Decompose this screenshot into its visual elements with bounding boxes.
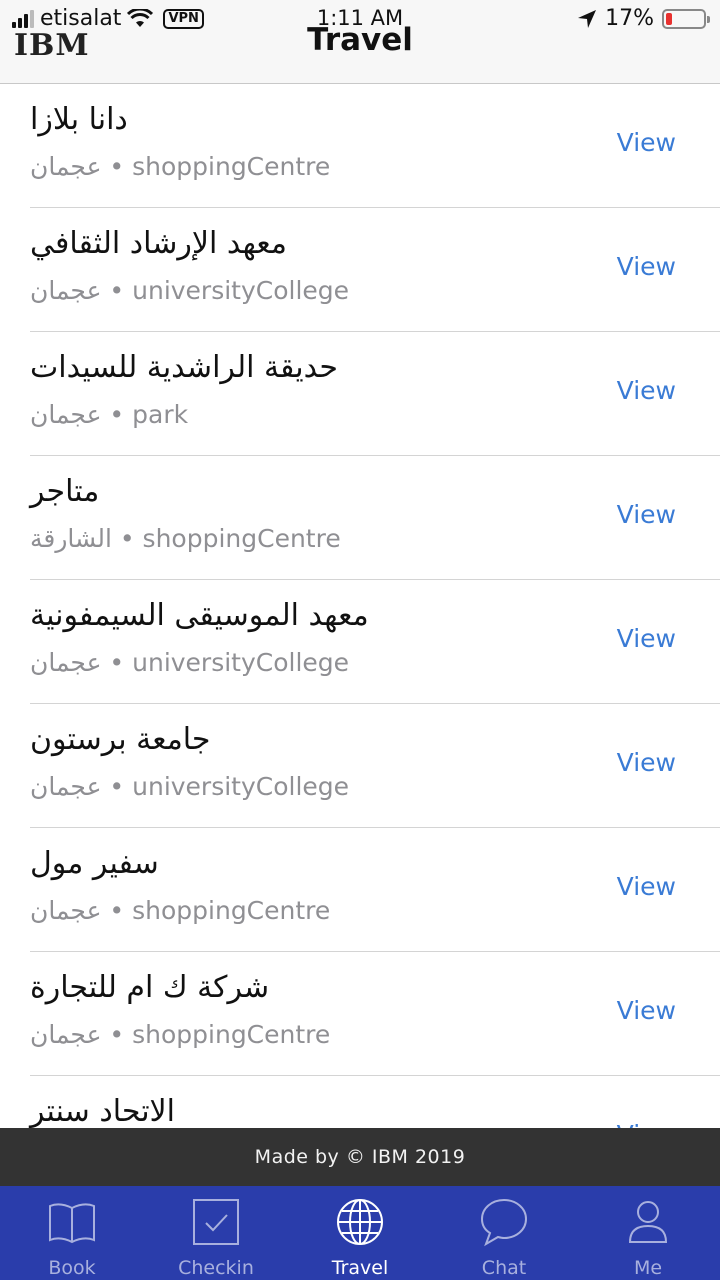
view-link[interactable]: View xyxy=(617,996,676,1025)
tab-label: Travel xyxy=(331,1257,389,1279)
status-right: 17% xyxy=(577,6,710,31)
person-icon xyxy=(622,1196,674,1257)
chat-icon-svg xyxy=(480,1198,528,1247)
view-link[interactable]: View xyxy=(617,128,676,157)
place-name: جامعة برستون xyxy=(30,722,211,757)
place-subtitle: عجمان • universityCollege xyxy=(30,772,350,801)
book-icon-svg xyxy=(49,1203,95,1244)
list-item[interactable]: سفير مول عجمان • shoppingCentre View xyxy=(0,828,720,952)
place-name: سفير مول xyxy=(30,846,159,881)
tab-bar: Book Checkin Travel Chat Me xyxy=(0,1186,720,1280)
view-link[interactable]: View xyxy=(617,624,676,653)
place-name: متاجر xyxy=(30,474,100,509)
view-link[interactable]: View xyxy=(617,1120,676,1128)
place-subtitle: عجمان • park xyxy=(30,400,189,429)
battery-icon xyxy=(662,8,710,29)
list-item[interactable]: حديقة الراشدية للسيدات عجمان • park View xyxy=(0,332,720,456)
place-subtitle: عجمان • shoppingCentre xyxy=(30,1020,331,1049)
battery-fill xyxy=(666,12,673,25)
tab-me[interactable]: Me xyxy=(576,1186,720,1280)
view-link[interactable]: View xyxy=(617,748,676,777)
list-item[interactable]: معهد الموسيقى السيمفونية عجمان • universi… xyxy=(0,580,720,704)
place-name: معهد الموسيقى السيمفونية xyxy=(30,598,369,633)
place-name: حديقة الراشدية للسيدات xyxy=(30,350,338,385)
place-name: الاتحاد سنتر xyxy=(30,1094,175,1128)
globe-icon-svg xyxy=(337,1199,383,1245)
checkin-icon-svg xyxy=(193,1199,239,1245)
person-icon-svg xyxy=(628,1201,668,1243)
list-item[interactable]: متاجر الشارقة • shoppingCentre View xyxy=(0,456,720,580)
place-name: معهد الإرشاد الثقافي xyxy=(30,226,287,261)
tab-chat[interactable]: Chat xyxy=(432,1186,576,1280)
view-link[interactable]: View xyxy=(617,500,676,529)
place-subtitle: عجمان • shoppingCentre xyxy=(30,896,331,925)
place-subtitle: عجمان • universityCollege xyxy=(30,276,350,305)
place-name: دانا بلازا xyxy=(30,102,128,137)
list-item[interactable]: شركة ك ام للتجارة عجمان • shoppingCentre V… xyxy=(0,952,720,1076)
view-link[interactable]: View xyxy=(617,252,676,281)
location-arrow-icon xyxy=(578,9,597,28)
footer: Made by © IBM 2019 xyxy=(0,1128,720,1186)
tab-label: Chat xyxy=(481,1257,527,1279)
place-list[interactable]: دانا بلازا عجمان • shoppingCentre View معهد… xyxy=(0,84,720,1128)
list-item[interactable]: دانا بلازا عجمان • shoppingCentre View xyxy=(0,84,720,208)
list-item[interactable]: الاتحاد سنتر View xyxy=(0,1076,720,1128)
place-subtitle: الشارقة • shoppingCentre xyxy=(30,524,341,553)
place-name: شركة ك ام للتجارة xyxy=(30,970,270,1005)
view-link[interactable]: View xyxy=(617,872,676,901)
tab-label: Me xyxy=(633,1257,663,1279)
battery-percent: 17% xyxy=(605,6,654,31)
view-link[interactable]: View xyxy=(617,376,676,405)
checkin-icon xyxy=(190,1196,242,1257)
tab-label: Checkin xyxy=(178,1257,254,1279)
place-subtitle: عجمان • shoppingCentre xyxy=(30,152,331,181)
book-icon xyxy=(46,1196,98,1257)
globe-icon xyxy=(334,1196,386,1257)
tab-checkin[interactable]: Checkin xyxy=(144,1186,288,1280)
list-item[interactable]: جامعة برستون عجمان • universityCollege Vie… xyxy=(0,704,720,828)
tab-book[interactable]: Book xyxy=(0,1186,144,1280)
top-bar: etisalat VPN IBM 1:11 AM Travel 17% xyxy=(0,0,720,84)
list-item[interactable]: معهد الإرشاد الثقافي عجمان • universityCo… xyxy=(0,208,720,332)
place-subtitle: عجمان • universityCollege xyxy=(30,648,350,677)
chat-icon xyxy=(478,1196,530,1257)
tab-label: Book xyxy=(48,1257,96,1279)
tab-travel[interactable]: Travel xyxy=(288,1186,432,1280)
